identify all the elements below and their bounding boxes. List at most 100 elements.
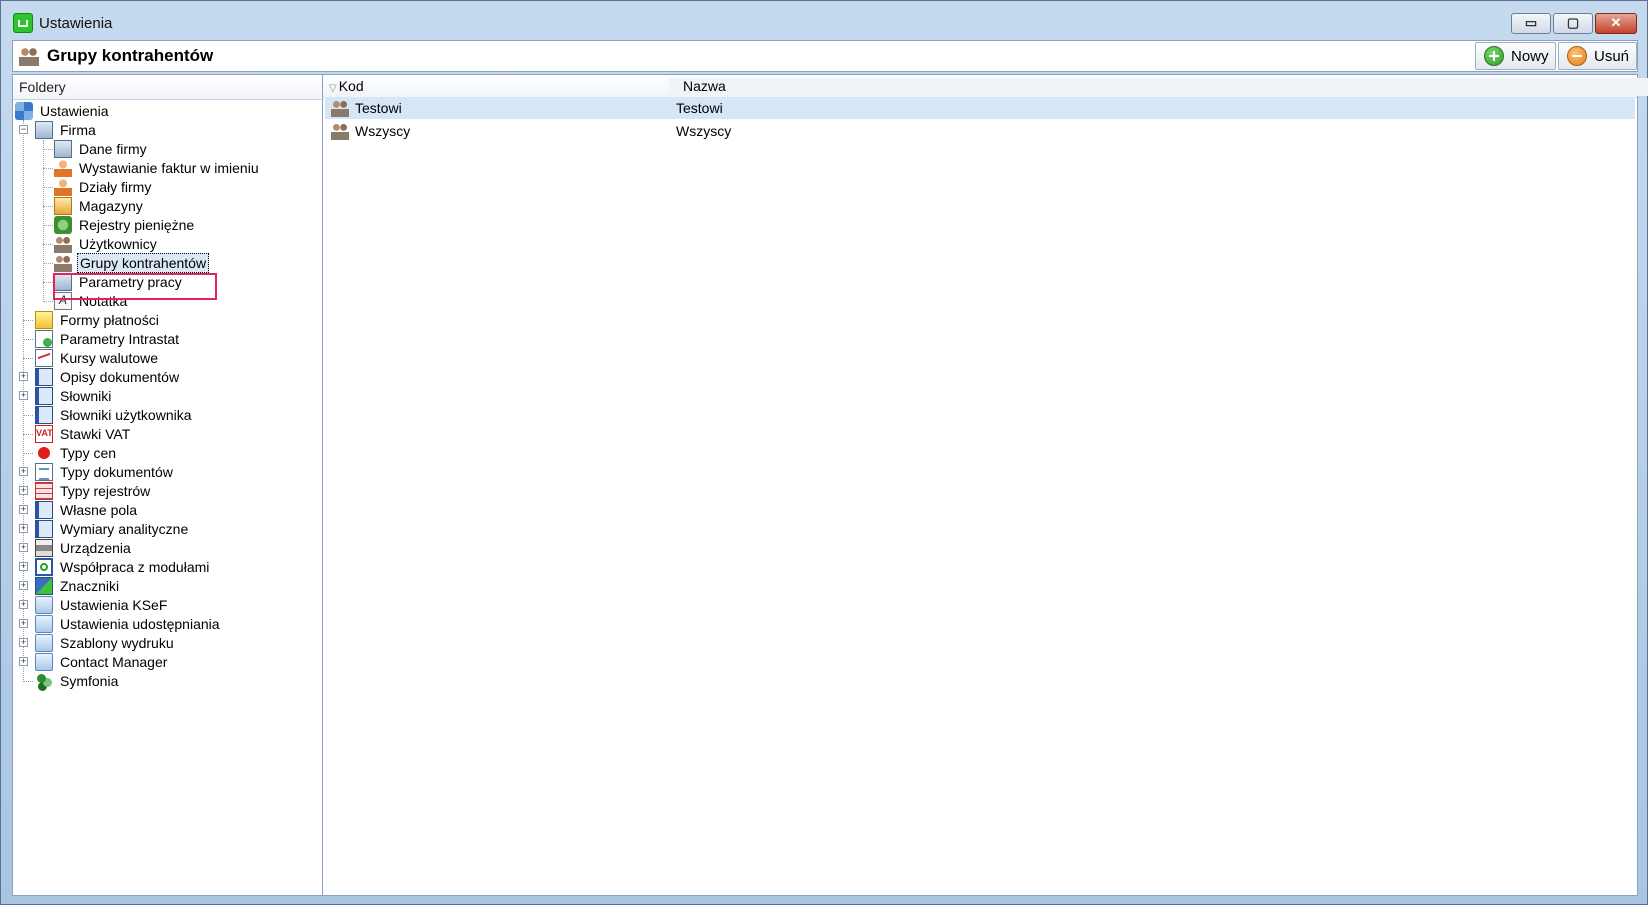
folders-panel: Foldery Ustawienia − Firma Dane firmy Wy… <box>12 74 336 896</box>
expand-toggle-urzadzenia[interactable]: + <box>19 543 28 552</box>
tree-item-slowniki[interactable]: Słowniki <box>35 386 113 406</box>
title-bar: Ustawienia ▭ ▢ ✕ <box>1 1 1647 37</box>
symfonia-icon <box>35 672 53 690</box>
payment-icon <box>35 311 53 329</box>
column-header-nazwa[interactable]: Nazwa <box>669 78 1648 96</box>
groups-icon <box>331 99 349 117</box>
remove-icon <box>1567 46 1587 66</box>
book-icon <box>35 368 53 386</box>
money-icon <box>54 216 72 234</box>
groups-icon <box>331 122 349 140</box>
warehouse-icon <box>54 197 72 215</box>
users-icon <box>54 235 72 253</box>
tree-item-wystawianie-faktur[interactable]: Wystawianie faktur w imieniu <box>54 158 261 178</box>
selection-highlight <box>53 273 217 300</box>
window-title: Ustawienia <box>39 15 113 32</box>
tree-item-typy-cen[interactable]: Typy cen <box>35 443 118 463</box>
folder-icon <box>35 596 53 614</box>
tree-item-ustawienia[interactable]: Ustawienia <box>15 101 110 121</box>
tree-item-opisy-dokumentow[interactable]: Opisy dokumentów <box>35 367 181 387</box>
tree-item-typy-dokumentow[interactable]: Typy dokumentów <box>35 462 175 482</box>
sync-icon <box>35 558 53 576</box>
tools-icon <box>15 102 33 120</box>
tree-item-typy-rejestrow[interactable]: Typy rejestrów <box>35 481 152 501</box>
tree-item-ustawienia-ksef[interactable]: Ustawienia KSeF <box>35 595 169 615</box>
tree-item-urzadzenia[interactable]: Urządzenia <box>35 538 133 558</box>
folder-icon <box>35 653 53 671</box>
book-icon <box>35 520 53 538</box>
vat-icon <box>35 425 53 443</box>
window-controls: ▭ ▢ ✕ <box>1509 13 1637 34</box>
minimize-button[interactable]: ▭ <box>1511 13 1551 34</box>
tree-item-szablony-wydruku[interactable]: Szablony wydruku <box>35 633 176 653</box>
collapse-toggle-firma[interactable]: − <box>19 125 28 134</box>
groups-icon <box>54 254 72 272</box>
app-icon <box>13 13 33 33</box>
grid-panel: ▽ Kod Nazwa Testowi Testowi Wszyscy Wszys… <box>322 74 1648 896</box>
tree-item-dzialy-firmy[interactable]: Działy firmy <box>54 177 153 197</box>
new-button-label: Nowy <box>1511 47 1549 65</box>
tree-item-wlasne-pola[interactable]: Własne pola <box>35 500 139 520</box>
intrastat-icon <box>35 330 53 348</box>
expand-toggle-szablony[interactable]: + <box>19 638 28 647</box>
expand-toggle-slowniki[interactable]: + <box>19 391 28 400</box>
minimize-icon: ▭ <box>1524 15 1538 30</box>
printer-icon <box>35 539 53 557</box>
expand-toggle-typy-dokumentow[interactable]: + <box>19 467 28 476</box>
add-icon <box>1484 46 1504 66</box>
tree-item-slowniki-uzytkownika[interactable]: Słowniki użytkownika <box>35 405 194 425</box>
delete-button[interactable]: Usuń <box>1558 42 1637 70</box>
person-icon <box>54 159 72 177</box>
expand-toggle-contact-manager[interactable]: + <box>19 657 28 666</box>
expand-toggle-ksef[interactable]: + <box>19 600 28 609</box>
close-icon: ✕ <box>1610 15 1622 30</box>
tree-item-wymiary-analityczne[interactable]: Wymiary analityczne <box>35 519 190 539</box>
folder-icon <box>35 634 53 652</box>
maximize-icon: ▢ <box>1566 15 1580 30</box>
grid-header: ▽ Kod Nazwa <box>323 75 1648 98</box>
sort-icon: ▽ <box>329 83 337 94</box>
grid-icon <box>35 482 53 500</box>
expand-toggle-wymiary[interactable]: + <box>19 524 28 533</box>
tree-item-stawki-vat[interactable]: Stawki VAT <box>35 424 132 444</box>
tree-item-symfonia[interactable]: Symfonia <box>35 671 120 691</box>
settings-window: Ustawienia ▭ ▢ ✕ Grupy kontrahentów Nowy… <box>0 0 1648 905</box>
tree-item-kursy-walutowe[interactable]: Kursy walutowe <box>35 348 160 368</box>
expand-toggle-wspolpraca[interactable]: + <box>19 562 28 571</box>
tree-item-formy-platnosci[interactable]: Formy płatności <box>35 310 161 330</box>
maximize-button[interactable]: ▢ <box>1553 13 1593 34</box>
expand-toggle-opisy[interactable]: + <box>19 372 28 381</box>
book-icon <box>35 406 53 424</box>
page-title: Grupy kontrahentów <box>47 46 214 65</box>
expand-toggle-udostepniania[interactable]: + <box>19 619 28 628</box>
book-icon <box>35 501 53 519</box>
tree-item-rejestry-pieniezne[interactable]: Rejestry pieniężne <box>54 215 196 235</box>
column-header-kod[interactable]: ▽ Kod <box>329 78 364 94</box>
tree-item-dane-firmy[interactable]: Dane firmy <box>54 139 149 159</box>
expand-toggle-typy-rejestrow[interactable]: + <box>19 486 28 495</box>
folder-icon <box>35 615 53 633</box>
tree-item-magazyny[interactable]: Magazyny <box>54 196 145 216</box>
tree-item-ustawienia-udostepniania[interactable]: Ustawienia udostępniania <box>35 614 222 634</box>
new-button[interactable]: Nowy <box>1475 42 1556 70</box>
tree-item-contact-manager[interactable]: Contact Manager <box>35 652 169 672</box>
expand-toggle-wlasne-pola[interactable]: + <box>19 505 28 514</box>
tree-item-wspolpraca[interactable]: Współpraca z modułami <box>35 557 211 577</box>
tags-icon <box>35 577 53 595</box>
close-button[interactable]: ✕ <box>1595 13 1637 34</box>
groups-icon <box>19 46 39 66</box>
tree-item-parametry-intrastat[interactable]: Parametry Intrastat <box>35 329 181 349</box>
tree-item-firma[interactable]: Firma <box>35 120 98 140</box>
company-icon <box>35 121 53 139</box>
company-icon <box>54 140 72 158</box>
tree-item-uzytkownicy[interactable]: Użytkownicy <box>54 234 159 254</box>
chart-icon <box>35 349 53 367</box>
delete-button-label: Usuń <box>1594 47 1630 65</box>
section-header: Grupy kontrahentów Nowy Usuń <box>12 40 1638 72</box>
expand-toggle-znaczniki[interactable]: + <box>19 581 28 590</box>
table-row[interactable]: Wszyscy Wszyscy <box>325 120 1635 142</box>
tree-item-grupy-kontrahentow[interactable]: Grupy kontrahentów <box>54 253 210 273</box>
tree-item-znaczniki[interactable]: Znaczniki <box>35 576 121 596</box>
table-row[interactable]: Testowi Testowi <box>325 97 1635 119</box>
department-icon <box>54 178 72 196</box>
